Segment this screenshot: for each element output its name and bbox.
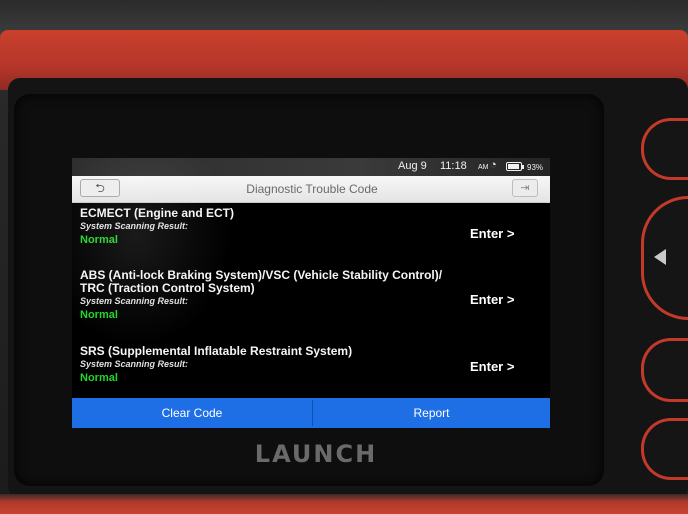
system-list: ECMECT (Engine and ECT) System Scanning … — [72, 202, 550, 398]
status-bar: Aug 9 11:18 AM ◔ 93% — [72, 158, 550, 176]
back-button[interactable]: ⮌ — [80, 179, 120, 197]
brand-logo: LAUNCH — [254, 440, 378, 468]
status-ampm: AM — [478, 164, 489, 171]
battery-tip — [522, 165, 524, 169]
device-bottom-casing — [0, 494, 688, 514]
exit-button[interactable]: ⇥ — [512, 179, 538, 197]
enter-button[interactable]: Enter > — [470, 292, 514, 307]
system-title: SRS (Supplemental Inflatable Restraint S… — [80, 344, 353, 358]
exit-icon: ⇥ — [520, 182, 530, 194]
action-bar: Clear Code Report — [72, 398, 550, 428]
hardware-button-3[interactable] — [641, 338, 688, 402]
battery-level — [508, 164, 519, 169]
wifi-icon: ◔ — [490, 159, 497, 171]
system-title: ECMECT (Engine and ECT) — [80, 206, 234, 220]
status-time: 11:18 — [440, 160, 467, 172]
left-arrow-icon — [654, 249, 666, 265]
battery-percent: 93% — [527, 163, 544, 172]
device-screen: Aug 9 11:18 AM ◔ 93% ⮌ Diagnostic Troubl… — [72, 158, 550, 428]
battery-icon — [506, 162, 522, 171]
enter-button[interactable]: Enter > — [470, 359, 514, 374]
clear-code-button[interactable]: Clear Code — [72, 398, 312, 428]
report-button[interactable]: Report — [313, 398, 550, 428]
status-date: Aug 9 — [398, 160, 427, 172]
page-title: Diagnostic Trouble Code — [246, 182, 378, 196]
enter-button[interactable]: Enter > — [470, 226, 514, 241]
back-arrow-icon: ⮌ — [95, 181, 105, 195]
title-bar: ⮌ Diagnostic Trouble Code ⇥ — [72, 176, 550, 203]
status-normal: Normal — [80, 309, 118, 321]
